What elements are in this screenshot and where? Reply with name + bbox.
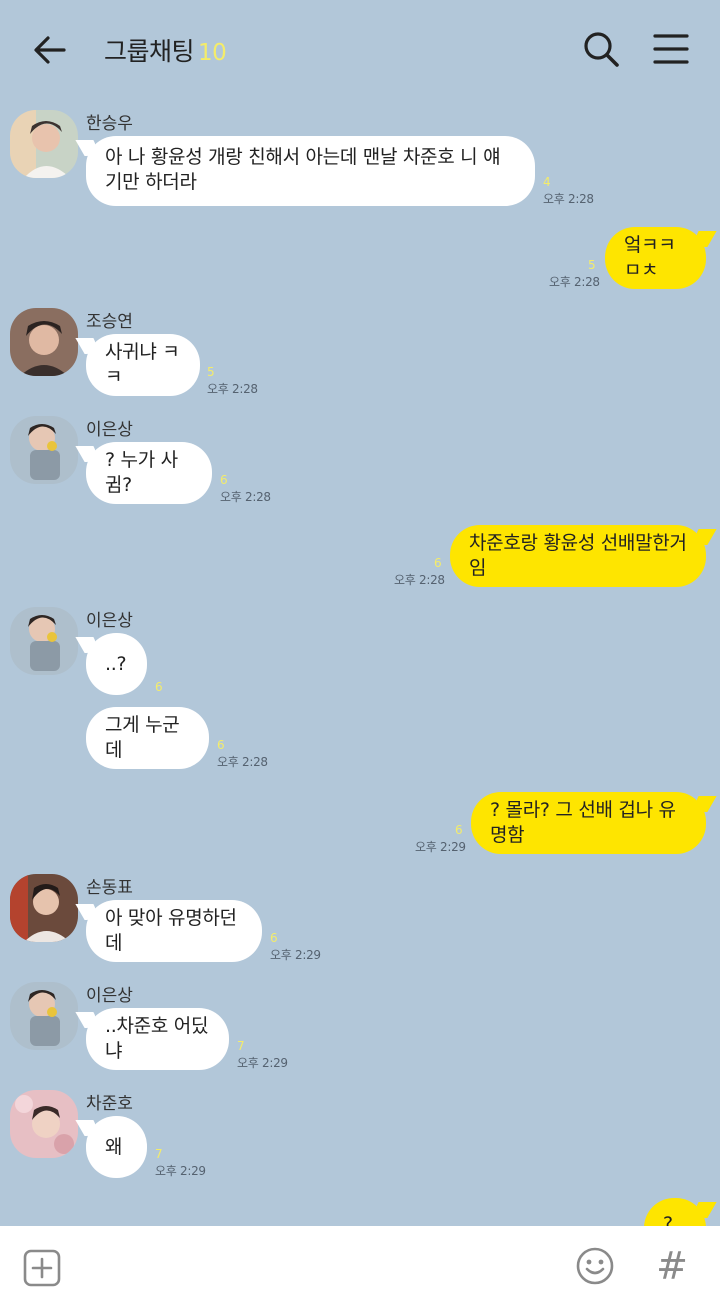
member-count: 10 [198, 40, 227, 66]
message-text: ..? [105, 652, 127, 675]
unread-count: 6 [155, 680, 163, 694]
unread-count: 6 [434, 556, 442, 570]
sender-name: 이은상 [86, 611, 133, 631]
message-time: 오후 2:29 [270, 948, 321, 962]
search-icon [584, 32, 619, 67]
hash-icon: # [656, 1244, 688, 1288]
message-bubble[interactable]: 왜 [86, 1116, 147, 1178]
message-text: 엌ㅋㅋㅁㅊ [624, 234, 676, 281]
arrow-left-icon [34, 36, 66, 64]
unread-count: 5 [588, 258, 596, 272]
plus-square-icon [23, 1249, 61, 1287]
sender-name: 이은상 [86, 420, 133, 440]
unread-count: 6 [455, 823, 463, 837]
message-time: 오후 2:28 [220, 490, 271, 504]
smiley-icon [576, 1247, 614, 1285]
message-text: 아 맞아 유명하던데 [105, 907, 237, 954]
message-time: 오후 2:28 [543, 192, 594, 206]
hashtag-search-button[interactable]: # [652, 1244, 692, 1288]
message-bubble[interactable]: 아 나 황윤성 개랑 친해서 아는데 맨날 차준호 니 얘기만 하더라 [86, 136, 535, 206]
avatar[interactable] [10, 982, 78, 1050]
unread-count: 6 [217, 738, 225, 752]
message-bubble[interactable]: ? 누가 사귐? [86, 442, 212, 504]
unread-count: 7 [155, 1147, 163, 1161]
message-text: 사귀냐 ㅋㅋ [105, 341, 180, 388]
unread-count: 4 [543, 175, 551, 189]
chat-title: 그룹채팅 10 [104, 32, 227, 68]
message-bubble[interactable]: ..? [86, 633, 147, 695]
chat-header: 그룹채팅 10 [0, 0, 720, 98]
message-time: 오후 2:28 [394, 573, 445, 587]
menu-button[interactable] [648, 26, 694, 72]
avatar[interactable] [10, 607, 78, 675]
menu-icon [653, 34, 689, 64]
sender-name: 차준호 [86, 1094, 133, 1114]
message-time: 오후 2:28 [207, 382, 258, 396]
message-text: 그게 누군데 [105, 714, 180, 761]
sender-name: 조승연 [86, 312, 133, 332]
avatar[interactable] [10, 1090, 78, 1158]
back-button[interactable] [28, 28, 72, 72]
unread-count: 6 [220, 473, 228, 487]
message-text: ? 누가 사귐? [105, 449, 178, 496]
message-bubble[interactable]: 그게 누군데 [86, 707, 209, 769]
message-bubble[interactable]: 사귀냐 ㅋㅋ [86, 334, 200, 396]
avatar[interactable] [10, 308, 78, 376]
message-bubble[interactable]: ..차준호 어딨냐 [86, 1008, 229, 1070]
message-time: 오후 2:29 [237, 1056, 288, 1070]
sender-name: 한승우 [86, 114, 133, 134]
unread-count: 7 [237, 1039, 245, 1053]
message-time: 오후 2:28 [549, 275, 600, 289]
input-bar: # [0, 1226, 720, 1309]
sender-name: 손동표 [86, 878, 133, 898]
message-text: ..차준호 어딨냐 [105, 1015, 209, 1062]
message-bubble[interactable]: 아 맞아 유명하던데 [86, 900, 262, 962]
chat-title-text: 그룹채팅 [104, 37, 195, 66]
message-time: 오후 2:29 [155, 1164, 206, 1178]
attach-button[interactable] [22, 1248, 62, 1288]
unread-count: 5 [207, 365, 215, 379]
message-text: ? 몰라? 그 선배 겁나 유명함 [490, 799, 676, 846]
search-button[interactable] [578, 26, 624, 72]
message-text: 아 나 황윤성 개랑 친해서 아는데 맨날 차준호 니 얘기만 하더라 [105, 146, 501, 193]
avatar[interactable] [10, 874, 78, 942]
message-text: 차준호랑 황윤성 선배말한거임 [469, 532, 687, 579]
my-message-bubble[interactable]: ? 몰라? 그 선배 겁나 유명함 [471, 792, 706, 854]
my-message-bubble[interactable]: 차준호랑 황윤성 선배말한거임 [450, 525, 706, 587]
emoji-button[interactable] [575, 1246, 615, 1286]
message-time: 오후 2:29 [415, 840, 466, 854]
sender-name: 이은상 [86, 986, 133, 1006]
message-text: 왜 [105, 1135, 123, 1158]
my-message-bubble[interactable]: 엌ㅋㅋㅁㅊ [605, 227, 706, 289]
unread-count: 6 [270, 931, 278, 945]
avatar[interactable] [10, 416, 78, 484]
avatar[interactable] [10, 110, 78, 178]
message-time: 오후 2:28 [217, 755, 268, 769]
